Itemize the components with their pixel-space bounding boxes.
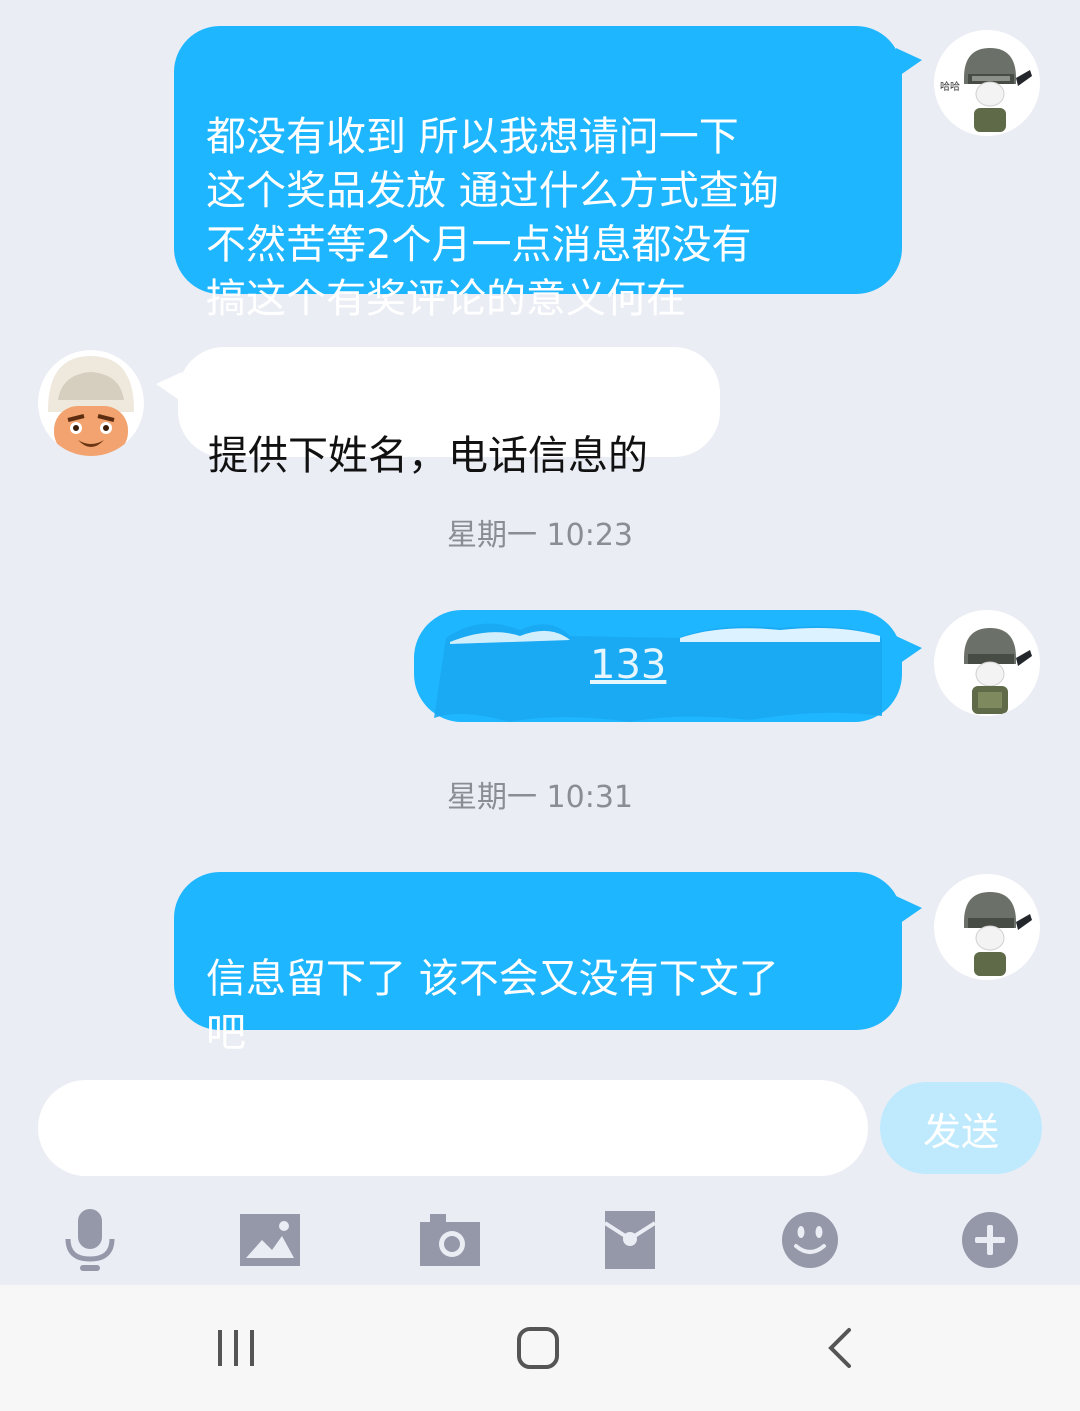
home-icon[interactable] [498,1315,578,1381]
timestamp: 星期一 10:31 [447,780,633,815]
plus-icon[interactable] [950,1200,1030,1280]
emoji-icon[interactable] [770,1200,850,1280]
message-text: 都没有收到 所以我想请问一下 这个奖品发放 通过什么方式查询 不然苦等2个月一点… [206,114,779,322]
send-button[interactable]: 发送 [880,1082,1042,1174]
bubble-tail [896,48,922,78]
message-bubble-outgoing[interactable]: 都没有收到 所以我想请问一下 这个奖品发放 通过什么方式查询 不然苦等2个月一点… [174,26,902,322]
message-text: 信息留下了 该不会又没有下文了 吧 [206,956,779,1056]
message-text: 提供下姓名，电话信息的 [208,433,648,479]
input-toolbar [0,1190,1080,1285]
red-packet-icon[interactable] [590,1200,670,1280]
user-avatar[interactable] [934,610,1040,716]
message-bubble-outgoing[interactable]: 信息留下了 该不会又没有下文了 吧 [174,872,902,1056]
merchant-avatar[interactable] [38,350,144,456]
back-icon[interactable] [800,1315,880,1381]
camera-icon[interactable] [410,1200,490,1280]
user-avatar[interactable]: 哈哈 [934,30,1040,136]
microphone-icon[interactable] [50,1200,130,1280]
timestamp: 星期一 10:23 [447,518,633,553]
compose-bar: 发送 [0,1070,1080,1190]
image-icon[interactable] [230,1200,310,1280]
redacted-phone-link[interactable]: 133 [590,642,666,688]
system-navigation-bar [0,1285,1080,1411]
message-bubble-incoming[interactable]: 提供下姓名，电话信息的 [178,347,720,479]
chat-area[interactable]: 都没有收到 所以我想请问一下 这个奖品发放 通过什么方式查询 不然苦等2个月一点… [0,0,1080,1070]
bubble-tail [896,896,922,926]
avatar-caption: 哈哈 [940,80,960,93]
user-avatar[interactable] [934,874,1040,980]
bubble-tail [896,636,922,666]
recent-apps-icon[interactable] [196,1315,276,1381]
message-input[interactable] [38,1080,868,1176]
